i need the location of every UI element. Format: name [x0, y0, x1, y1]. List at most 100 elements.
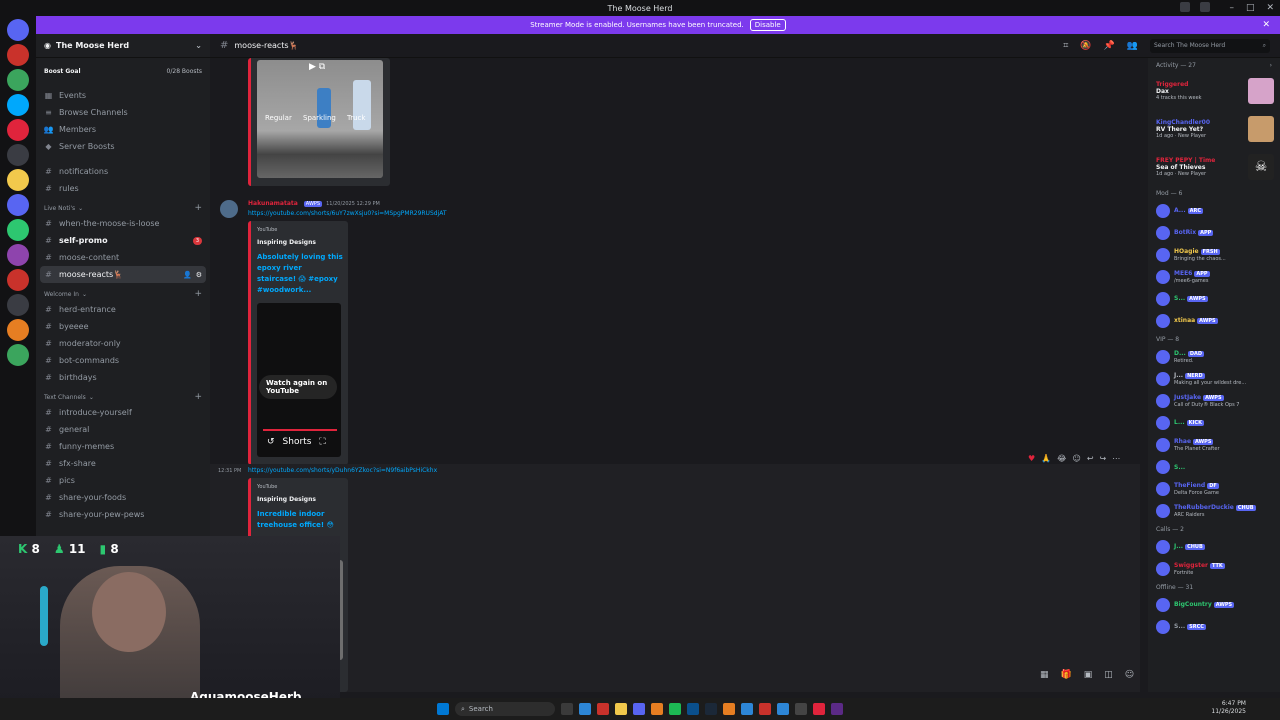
- video-player[interactable]: Watch again on YouTube ↺ Shorts ⛶: [257, 303, 341, 457]
- apps-icon[interactable]: ▦: [1040, 670, 1049, 680]
- message-link[interactable]: https://youtube.com/shorts/yDuhn6YZkoc?s…: [248, 467, 437, 474]
- add-channel-icon[interactable]: +: [194, 289, 202, 299]
- member-row[interactable]: xtinaa AWPS: [1148, 310, 1280, 332]
- more-options-icon[interactable]: ⋯: [1112, 454, 1120, 463]
- channel-when-the-moose-is-loose[interactable]: # when-the-moose-is-loose: [36, 215, 210, 232]
- channel-pics[interactable]: # pics: [36, 472, 210, 489]
- server-icon[interactable]: [7, 219, 29, 241]
- member-row[interactable]: JustJake AWPS Call of Duty® Black Ops 7: [1148, 390, 1280, 412]
- member-row[interactable]: BotRix APP: [1148, 222, 1280, 244]
- category-text[interactable]: Text Channels ⌄ +: [36, 390, 210, 404]
- windows-start-icon[interactable]: [437, 703, 449, 715]
- server-header[interactable]: ◉ The Moose Herd ⌄: [36, 34, 210, 58]
- embed-title[interactable]: Absolutely loving this epoxy river stair…: [257, 252, 343, 296]
- edge-icon[interactable]: [579, 703, 591, 715]
- message-author[interactable]: Hakunamatata: [248, 200, 298, 207]
- member-list-icon[interactable]: 👥: [1127, 41, 1138, 51]
- server-icon[interactable]: [7, 269, 29, 291]
- server-icon[interactable]: [7, 294, 29, 316]
- file-explorer-icon[interactable]: [615, 703, 627, 715]
- chevron-right-icon[interactable]: ›: [1270, 62, 1272, 69]
- member-row[interactable]: Swiggster TTK Fortnite: [1148, 558, 1280, 580]
- channel-sfx-share[interactable]: # sfx-share: [36, 455, 210, 472]
- app-icon[interactable]: [777, 703, 789, 715]
- channel-moderator-only[interactable]: # moderator-only: [36, 335, 210, 352]
- member-row[interactable]: J... NERD Making all your wildest dre...: [1148, 368, 1280, 390]
- member-row[interactable]: TheRubberDuckie CHUB ARC Raiders: [1148, 500, 1280, 522]
- avatar[interactable]: [220, 200, 238, 218]
- channel-moose-content[interactable]: # moose-content: [36, 249, 210, 266]
- channel-birthdays[interactable]: # birthdays: [36, 369, 210, 386]
- invite-icon[interactable]: 👤: [183, 271, 192, 279]
- category-welcome[interactable]: Welcome In ⌄ +: [36, 287, 210, 301]
- taskbar-search[interactable]: ⌕ Search: [455, 702, 555, 716]
- server-icon[interactable]: [7, 344, 29, 366]
- member-row[interactable]: Rhae AWPS The Planet Crafter: [1148, 434, 1280, 456]
- activity-card[interactable]: KingChandler00 RV There Yet? 1d ago · Ne…: [1148, 110, 1280, 148]
- app-icon[interactable]: [723, 703, 735, 715]
- server-icon[interactable]: [7, 69, 29, 91]
- server-icon[interactable]: [7, 194, 29, 216]
- play-icon[interactable]: ▶ ⧉: [309, 62, 325, 72]
- chrome-icon[interactable]: [813, 703, 825, 715]
- channel-share-your-pew-pews[interactable]: # share-your-pew-pews: [36, 506, 210, 523]
- member-row[interactable]: S... SRCC: [1148, 616, 1280, 638]
- reply-icon[interactable]: ↩: [1087, 454, 1094, 463]
- channel-introduce-yourself[interactable]: # introduce-yourself: [36, 404, 210, 421]
- firefox-icon[interactable]: [651, 703, 663, 715]
- server-icon[interactable]: [7, 119, 29, 141]
- sidebar-item-members[interactable]: 👥 Members: [36, 121, 210, 138]
- channel-self-promo[interactable]: # self-promo 3: [36, 232, 210, 249]
- message-link[interactable]: https://youtube.com/shorts/6uY7zwXsju0?s…: [248, 210, 447, 217]
- app-icon[interactable]: [759, 703, 771, 715]
- activity-card[interactable]: Triggered Dax 4 tracks this week: [1148, 72, 1280, 110]
- sticker-icon[interactable]: ◫: [1104, 670, 1113, 680]
- member-row[interactable]: A... ARC: [1148, 200, 1280, 222]
- close-banner-icon[interactable]: ✕: [1262, 20, 1270, 30]
- close-window-icon[interactable]: ✕: [1266, 3, 1274, 13]
- member-row[interactable]: HOagie FRSH Bringing the chaos...: [1148, 244, 1280, 266]
- embed-author[interactable]: Inspiring Designs: [257, 239, 316, 246]
- server-icon[interactable]: [7, 144, 29, 166]
- gif-icon[interactable]: ▣: [1084, 670, 1093, 680]
- add-channel-icon[interactable]: +: [194, 203, 202, 213]
- activity-card[interactable]: FREY PEPY | Time Sea of Thieves 1d ago ·…: [1148, 148, 1280, 186]
- channel-rules[interactable]: # rules: [36, 180, 210, 197]
- add-channel-icon[interactable]: +: [194, 392, 202, 402]
- member-row[interactable]: TheFiend DF Delta Force Game: [1148, 478, 1280, 500]
- member-row[interactable]: MEE6 APP/mee6-games: [1148, 266, 1280, 288]
- forward-icon[interactable]: ↪: [1100, 454, 1107, 463]
- task-view-icon[interactable]: [561, 703, 573, 715]
- shorts-label[interactable]: Shorts: [283, 437, 312, 447]
- replay-icon[interactable]: ↺: [267, 437, 275, 447]
- discord-icon[interactable]: [633, 703, 645, 715]
- channel-funny-memes[interactable]: # funny-memes: [36, 438, 210, 455]
- boost-goal[interactable]: Boost Goal 0/28 Boosts: [36, 58, 210, 79]
- search-input[interactable]: Search The Moose Herd ⌕: [1150, 38, 1270, 53]
- channel-byeeee[interactable]: # byeeee: [36, 318, 210, 335]
- maximize-icon[interactable]: □: [1246, 3, 1255, 13]
- channel-notifications[interactable]: # notifications: [36, 163, 210, 180]
- progress-bar[interactable]: [263, 429, 337, 431]
- member-row[interactable]: L... KICK: [1148, 412, 1280, 434]
- channel-herd-entrance[interactable]: # herd-entrance: [36, 301, 210, 318]
- channel-moose-reacts[interactable]: # moose-reacts🦌 👤 ⚙: [40, 266, 206, 283]
- sidebar-item-server-boosts[interactable]: ◆ Server Boosts: [36, 138, 210, 155]
- threads-icon[interactable]: ⌗: [1063, 41, 1068, 51]
- gift-icon[interactable]: 🎁: [1061, 670, 1072, 680]
- sidebar-item-browse-channels[interactable]: ≡ Browse Channels: [36, 104, 210, 121]
- member-row[interactable]: S... AWPS: [1148, 288, 1280, 310]
- pray-reaction-icon[interactable]: 🙏: [1041, 454, 1051, 463]
- gear-icon[interactable]: ⚙: [196, 271, 202, 279]
- channel-share-your-foods[interactable]: # share-your-foods: [36, 489, 210, 506]
- server-icon[interactable]: [7, 19, 29, 41]
- video-thumbnail[interactable]: Regular Sparkling Truck ▶ ⧉: [257, 60, 383, 178]
- server-icon[interactable]: [7, 44, 29, 66]
- steam-icon[interactable]: [705, 703, 717, 715]
- channel-bot-commands[interactable]: # bot-commands: [36, 352, 210, 369]
- laugh-reaction-icon[interactable]: 😂: [1057, 454, 1066, 463]
- sidebar-item-events[interactable]: ▦ Events: [36, 87, 210, 104]
- category-live[interactable]: Live Noti's ⌄ +: [36, 201, 210, 215]
- embed-title[interactable]: Incredible indoor treehouse office! 😳: [257, 509, 343, 531]
- channel-general[interactable]: # general: [36, 421, 210, 438]
